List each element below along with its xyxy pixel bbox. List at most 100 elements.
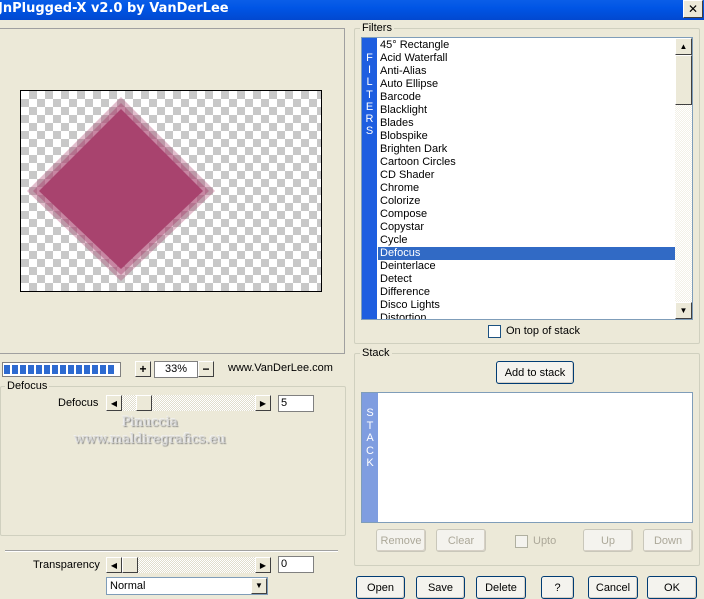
progress-segment bbox=[44, 365, 50, 374]
close-icon: ✕ bbox=[687, 2, 699, 16]
stack-strip: STACK bbox=[362, 393, 378, 522]
down-button[interactable]: Down bbox=[643, 529, 693, 552]
clear-button[interactable]: Clear bbox=[436, 529, 486, 552]
open-button[interactable]: Open bbox=[356, 576, 405, 599]
filters-strip-letter: I bbox=[367, 64, 372, 77]
filters-strip-letter: F bbox=[366, 52, 373, 64]
blend-mode-select[interactable]: Normal ▼ bbox=[106, 577, 268, 595]
remove-button[interactable]: Remove bbox=[376, 529, 426, 552]
filter-item[interactable]: Cycle bbox=[378, 234, 675, 247]
filter-item[interactable]: CD Shader bbox=[378, 169, 675, 182]
filter-item[interactable]: Deinterlace bbox=[378, 260, 675, 273]
filters-group-label: Filters bbox=[360, 22, 394, 34]
progress-segment bbox=[36, 365, 42, 374]
filter-item[interactable]: Copystar bbox=[378, 221, 675, 234]
stack-strip-letter: S bbox=[366, 407, 374, 419]
transparency-slider-thumb[interactable] bbox=[122, 557, 138, 573]
ok-button[interactable]: OK bbox=[647, 576, 697, 599]
on-top-of-stack-checkbox[interactable] bbox=[488, 325, 501, 338]
filters-list[interactable]: FILTERS 45° Rectangle Acid Waterfall Anti-… bbox=[361, 37, 693, 320]
filter-item[interactable]: Barcode bbox=[378, 91, 675, 104]
title-bar[interactable]: JnPlugged-X v2.0 by VanDerLee ✕ bbox=[0, 0, 704, 20]
transparency-slider-track[interactable] bbox=[122, 557, 255, 573]
filter-item[interactable]: Defocus bbox=[378, 247, 675, 260]
progress-segment bbox=[84, 365, 90, 374]
zoom-out-button[interactable]: − bbox=[198, 361, 214, 377]
slider-left-arrow-icon[interactable]: ◀ bbox=[106, 557, 122, 573]
filter-item[interactable]: Cartoon Circles bbox=[378, 156, 675, 169]
chevron-down-icon[interactable]: ▼ bbox=[251, 578, 267, 594]
transparency-value-field[interactable]: 0 bbox=[278, 556, 314, 573]
defocus-value-field[interactable]: 5 bbox=[278, 395, 314, 412]
plus-icon: + bbox=[139, 362, 147, 376]
filters-strip-letter: S bbox=[365, 125, 374, 138]
defocus-slider[interactable]: ◀ ▶ bbox=[106, 395, 271, 411]
filter-item[interactable]: Disco Lights bbox=[378, 299, 675, 312]
defocus-slider-track[interactable] bbox=[122, 395, 255, 411]
minus-icon: − bbox=[202, 362, 210, 376]
up-button[interactable]: Up bbox=[583, 529, 633, 552]
delete-button[interactable]: Delete bbox=[476, 576, 526, 599]
progress-segment bbox=[108, 365, 114, 374]
filter-item[interactable]: Blacklight bbox=[378, 104, 675, 117]
stack-strip-letter: C bbox=[366, 444, 374, 457]
filters-scrollbar[interactable]: ▲ ▼ bbox=[675, 38, 692, 319]
filters-strip-letter: T bbox=[366, 88, 373, 101]
upto-checkbox[interactable] bbox=[515, 535, 528, 548]
progress-segment bbox=[20, 365, 26, 374]
filter-item[interactable]: Brighten Dark bbox=[378, 143, 675, 156]
filter-item[interactable]: Blades bbox=[378, 117, 675, 130]
filter-item[interactable]: Difference bbox=[378, 286, 675, 299]
filter-item[interactable]: Distortion bbox=[378, 312, 675, 319]
stack-list[interactable]: STACK bbox=[361, 392, 693, 523]
progress-segment bbox=[76, 365, 82, 374]
slider-right-arrow-icon[interactable]: ▶ bbox=[255, 395, 271, 411]
blend-mode-value: Normal bbox=[110, 580, 146, 592]
preview-image bbox=[27, 97, 215, 281]
filter-item[interactable]: Colorize bbox=[378, 195, 675, 208]
website-link[interactable]: www.VanDerLee.com bbox=[228, 362, 333, 374]
upto-label: Upto bbox=[533, 535, 557, 547]
transparency-label: Transparency bbox=[33, 559, 100, 571]
scroll-down-arrow-icon[interactable]: ▼ bbox=[675, 302, 692, 319]
filter-item[interactable]: Compose bbox=[378, 208, 675, 221]
filters-strip: FILTERS bbox=[362, 38, 377, 319]
filter-item[interactable]: Acid Waterfall bbox=[378, 52, 675, 65]
filter-item[interactable]: Chrome bbox=[378, 182, 675, 195]
separator bbox=[5, 550, 338, 552]
progress-segment bbox=[28, 365, 34, 374]
progress-segment bbox=[4, 365, 10, 374]
progress-segment bbox=[68, 365, 74, 374]
filter-item[interactable]: Anti-Alias bbox=[378, 65, 675, 78]
close-button[interactable]: ✕ bbox=[683, 0, 703, 18]
stack-strip-letter: A bbox=[366, 432, 374, 444]
stack-strip-letter: T bbox=[366, 419, 374, 432]
transparency-slider[interactable]: ◀ ▶ bbox=[106, 557, 271, 573]
add-to-stack-button[interactable]: Add to stack bbox=[496, 361, 574, 384]
stack-group-label: Stack bbox=[360, 347, 392, 359]
progress-segment bbox=[12, 365, 18, 374]
watermark: Pinuccia www.maldiregrafics.eu bbox=[40, 414, 260, 448]
scrollbar-thumb[interactable] bbox=[675, 55, 692, 105]
diamond-shape bbox=[39, 109, 203, 269]
preview-canvas[interactable] bbox=[20, 90, 322, 292]
filter-item[interactable]: 45° Rectangle bbox=[378, 39, 675, 52]
stack-strip-letter: K bbox=[366, 457, 374, 469]
zoom-level: 33% bbox=[154, 361, 198, 378]
scroll-up-arrow-icon[interactable]: ▲ bbox=[675, 38, 692, 55]
defocus-slider-label: Defocus bbox=[58, 397, 99, 409]
progress-segment bbox=[92, 365, 98, 374]
slider-right-arrow-icon[interactable]: ▶ bbox=[255, 557, 271, 573]
help-button[interactable]: ? bbox=[541, 576, 574, 599]
defocus-slider-thumb[interactable] bbox=[136, 395, 152, 411]
watermark-line1: Pinuccia bbox=[121, 415, 179, 430]
cancel-button[interactable]: Cancel bbox=[588, 576, 638, 599]
filter-item[interactable]: Detect bbox=[378, 273, 675, 286]
filter-item[interactable]: Blobspike bbox=[378, 130, 675, 143]
zoom-in-button[interactable]: + bbox=[135, 361, 151, 377]
slider-left-arrow-icon[interactable]: ◀ bbox=[106, 395, 122, 411]
window-title: JnPlugged-X v2.0 by VanDerLee bbox=[0, 1, 229, 16]
progress-segment bbox=[100, 365, 106, 374]
save-button[interactable]: Save bbox=[416, 576, 465, 599]
filter-item[interactable]: Auto Ellipse bbox=[378, 78, 675, 91]
